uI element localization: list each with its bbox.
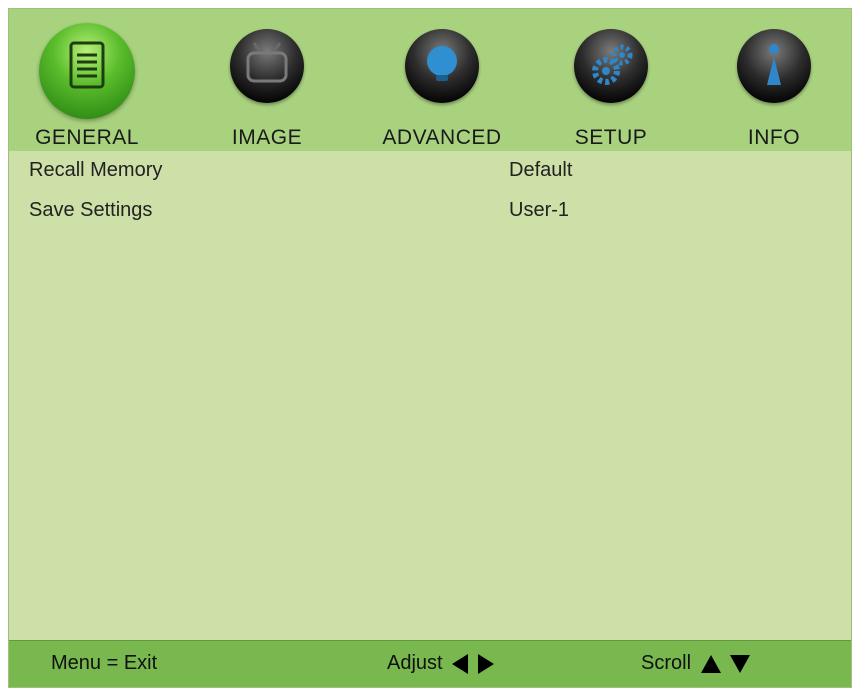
scroll-hint-label: Scroll	[641, 652, 692, 674]
gears-icon	[574, 29, 648, 103]
menu-exit-hint: Menu = Exit	[51, 652, 158, 674]
tab-label: IMAGE	[231, 126, 303, 149]
menu-item-value[interactable]: Default	[509, 159, 572, 182]
document-icon	[39, 23, 135, 119]
menu-item-label: Recall Memory	[29, 159, 163, 181]
info-icon	[737, 29, 811, 103]
menu-item-label: Save Settings	[29, 199, 153, 221]
tab-bar: GENERAL IMAGE ADVANCED SETUP INFO	[9, 9, 851, 151]
left-arrow-icon	[452, 653, 469, 674]
tab-label: GENERAL	[35, 126, 139, 149]
menu-item-save-settings[interactable]: Save Settings User-1	[9, 191, 851, 231]
tab-setup[interactable]: SETUP	[536, 23, 686, 151]
osd-menu: GENERAL IMAGE ADVANCED SETUP INFO Recall…	[8, 8, 852, 688]
adjust-hint-label: Adjust	[387, 652, 443, 674]
scroll-hint: Scroll	[641, 652, 751, 675]
tab-info[interactable]: INFO	[699, 23, 849, 151]
tab-general[interactable]: GENERAL	[12, 23, 162, 151]
tab-label: SETUP	[574, 126, 648, 149]
tab-label: INFO	[747, 126, 801, 149]
tab-image[interactable]: IMAGE	[192, 23, 342, 151]
down-arrow-icon	[730, 654, 751, 673]
tv-icon	[230, 29, 304, 103]
adjust-hint: Adjust	[387, 652, 494, 675]
footer-hints: Menu = Exit Adjust Scroll	[9, 640, 851, 687]
right-arrow-icon	[477, 653, 494, 674]
menu-item-recall-memory[interactable]: Recall Memory Default	[9, 151, 851, 191]
menu-item-value[interactable]: User-1	[509, 199, 569, 222]
tab-advanced[interactable]: ADVANCED	[367, 23, 517, 151]
settings-list: Recall Memory Default Save Settings User…	[9, 151, 851, 231]
lightbulb-icon	[405, 29, 479, 103]
tab-label: ADVANCED	[382, 126, 502, 149]
up-arrow-icon	[700, 654, 721, 673]
